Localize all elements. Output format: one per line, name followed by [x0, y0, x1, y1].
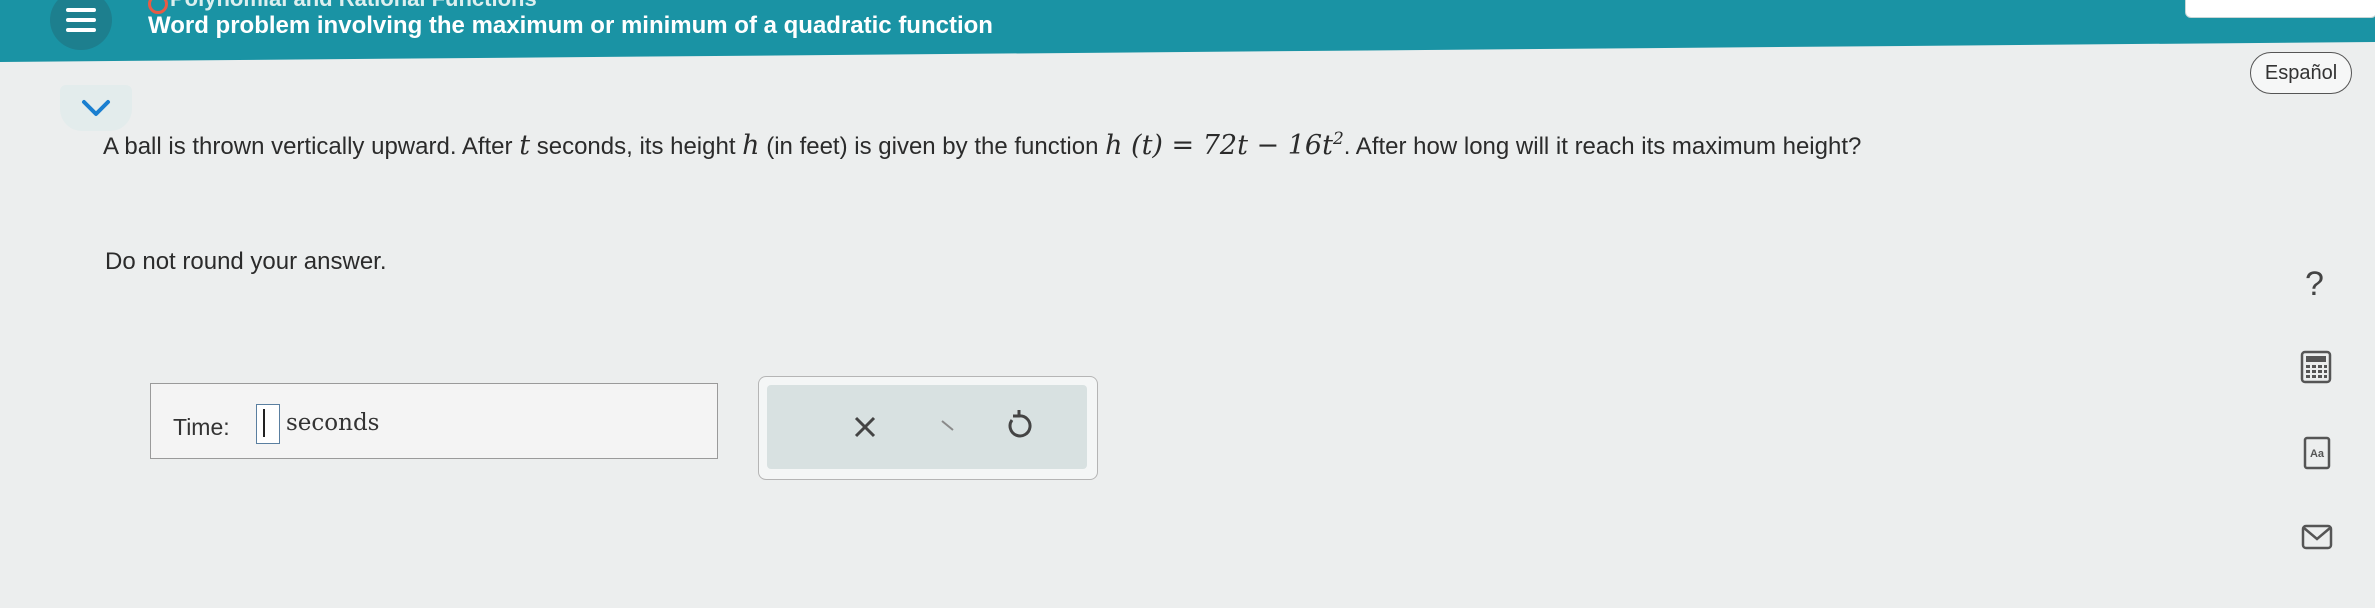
close-icon — [854, 416, 876, 438]
unit-label: seconds — [286, 410, 380, 436]
answer-box: Time: seconds — [150, 383, 718, 459]
text-size-icon[interactable]: Aa — [2303, 436, 2335, 470]
variable-h: h — [742, 130, 760, 161]
calculator-icon[interactable] — [2300, 350, 2332, 384]
height-function: h (t) = 72t − 16t2 — [1105, 129, 1344, 161]
action-buttons — [767, 385, 1087, 469]
svg-text:Aa: Aa — [2310, 448, 2325, 460]
clear-button[interactable] — [845, 407, 885, 447]
time-input[interactable] — [256, 404, 280, 444]
page-title: Word problem involving the maximum or mi… — [148, 12, 993, 39]
header-right-panel — [2185, 0, 2375, 18]
undo-button[interactable] — [999, 405, 1039, 445]
help-button[interactable]: ? — [2305, 265, 2324, 304]
chevron-down-icon — [82, 100, 110, 116]
topic-label: Polynomial and Rational Functions — [170, 0, 537, 12]
language-button[interactable]: Español — [2250, 52, 2352, 94]
next-button[interactable] — [937, 415, 959, 437]
mail-icon[interactable] — [2301, 524, 2333, 556]
undo-icon — [1008, 410, 1032, 438]
variable-t: t — [519, 130, 531, 161]
action-panel — [758, 376, 1098, 480]
time-label: Time: — [173, 414, 230, 440]
instruction-text: Do not round your answer. — [105, 248, 387, 275]
arrow-icon — [941, 420, 954, 431]
text-cursor — [263, 409, 265, 437]
question-text: A ball is thrown vertically upward. Afte… — [103, 129, 1862, 161]
hamburger-icon — [66, 5, 96, 35]
